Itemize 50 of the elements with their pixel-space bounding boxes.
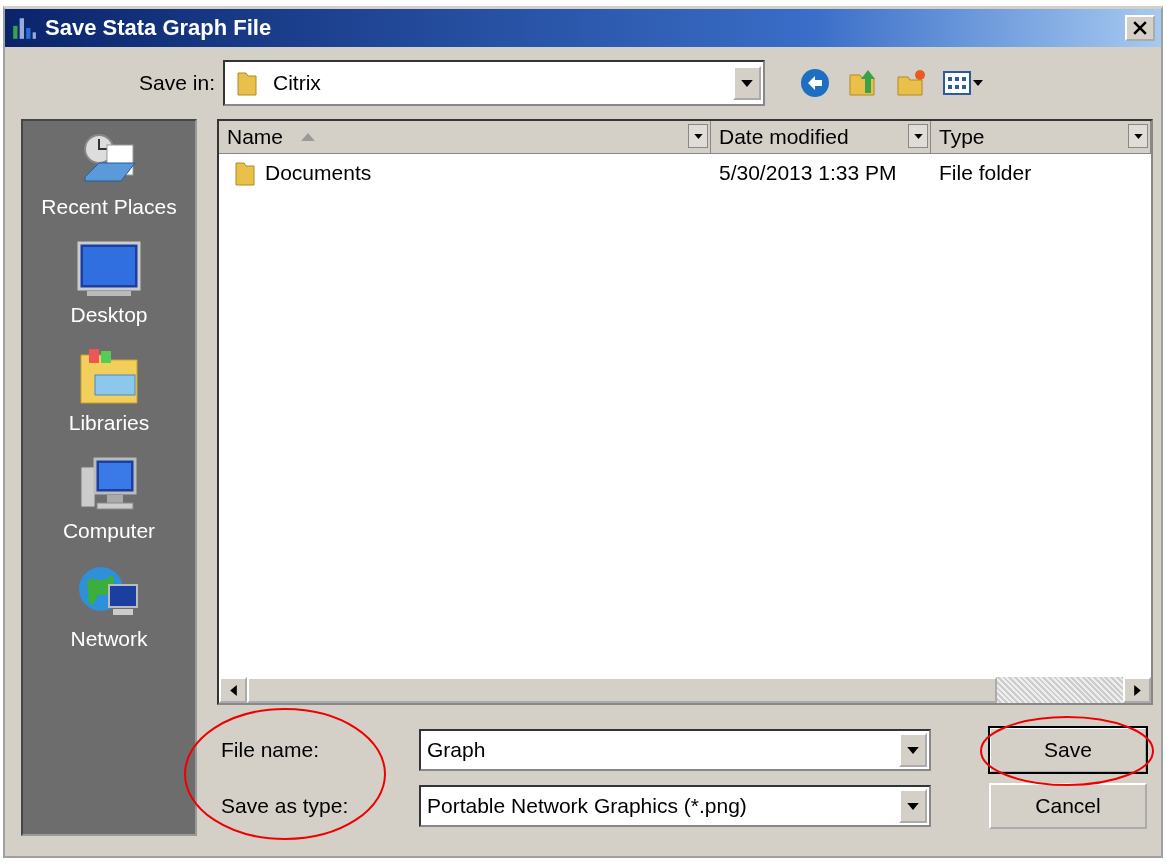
sidebar-item[interactable]: Libraries [68, 347, 150, 441]
date-modified: 5/30/2013 1:33 PM [719, 161, 897, 185]
dropdown-arrow-button[interactable] [899, 789, 927, 823]
column-header[interactable]: Type [931, 121, 1151, 153]
file-type: File folder [939, 161, 1032, 185]
column-filter-button[interactable] [688, 124, 708, 148]
caret-icon [973, 80, 983, 86]
column-header[interactable]: Name [219, 121, 711, 153]
view-grid-icon [943, 71, 971, 95]
scroll-left-button[interactable] [219, 677, 247, 703]
file-name-label: File name: [220, 738, 321, 762]
right-arrow-icon [1133, 684, 1141, 696]
library-folder-icon [77, 347, 141, 407]
sort-up-icon [301, 133, 316, 141]
caret-icon [913, 133, 923, 139]
save-as-type-dropdown[interactable]: Portable Network Graphics (*.png) [419, 785, 931, 827]
dropdown-arrow-button[interactable] [899, 733, 927, 767]
sidebar-item[interactable]: Recent Places [41, 131, 177, 225]
save-as-type-label: Save as type: [220, 794, 350, 818]
caret-icon [907, 802, 919, 810]
dropdown-arrow-button[interactable] [733, 66, 761, 100]
column-header[interactable]: Date modified [711, 121, 931, 153]
folder-icon [235, 69, 259, 97]
save-in-label: Save in: [138, 71, 216, 95]
save-in-dropdown[interactable]: Citrix [223, 60, 765, 106]
scrollbar-thumb[interactable] [247, 677, 997, 703]
save-button[interactable]: Save [989, 727, 1147, 773]
view-menu-button[interactable] [943, 71, 983, 95]
caret-icon [907, 746, 919, 754]
scroll-right-button[interactable] [1123, 677, 1151, 703]
close-button[interactable] [1125, 15, 1155, 41]
window-title: Save Stata Graph File [45, 15, 273, 41]
column-filter-button[interactable] [1128, 124, 1148, 148]
caret-icon [693, 133, 703, 139]
sidebar-item[interactable]: Computer [62, 455, 156, 549]
monitor-icon [77, 239, 141, 299]
file-name-field[interactable]: Graph [419, 729, 931, 771]
cancel-button[interactable]: Cancel [989, 783, 1147, 829]
caret-icon [1133, 133, 1143, 139]
bar-chart-icon [11, 15, 37, 41]
left-arrow-icon [229, 684, 237, 696]
file-row[interactable]: Documents 5/30/2013 1:33 PM File folder [219, 154, 1151, 192]
caret-icon [741, 79, 753, 87]
column-filter-button[interactable] [908, 124, 928, 148]
folder-icon [233, 159, 257, 187]
horizontal-scrollbar[interactable] [219, 677, 1151, 703]
file-name: Documents [265, 161, 372, 185]
close-icon [1133, 21, 1147, 35]
sidebar-item[interactable]: Desktop [70, 239, 148, 333]
sidebar-item[interactable]: Network [70, 563, 148, 657]
